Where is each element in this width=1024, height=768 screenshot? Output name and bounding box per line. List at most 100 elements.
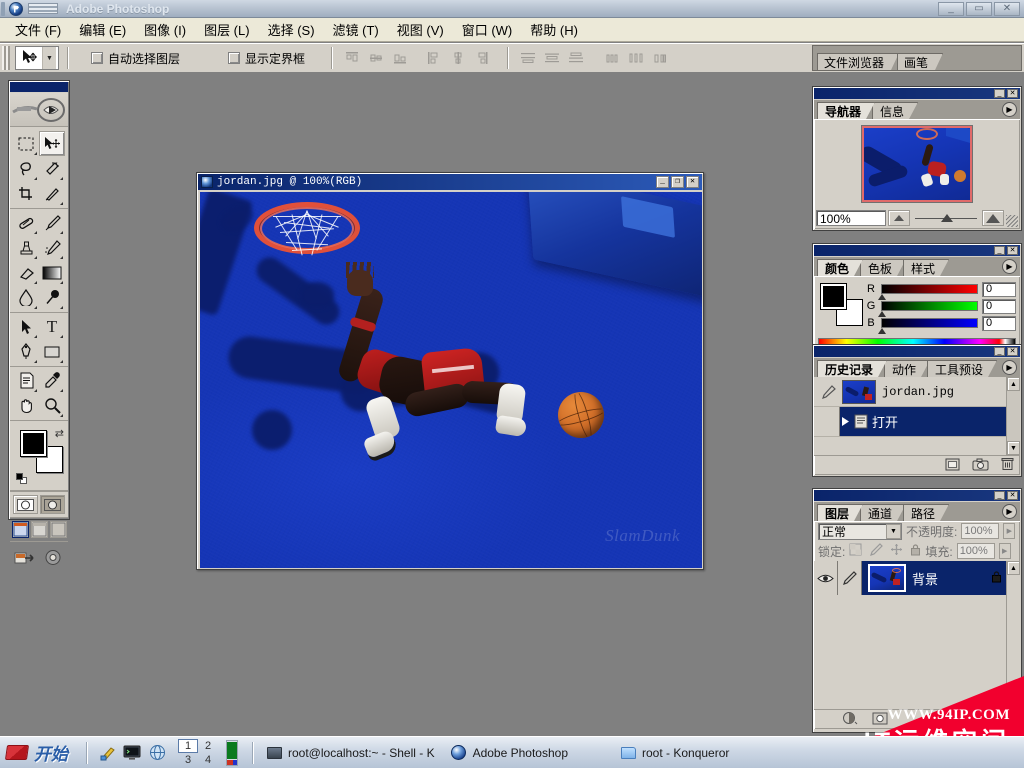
lasso-tool-icon[interactable] <box>13 156 39 181</box>
lock-transparent-pixels-icon[interactable] <box>849 543 862 559</box>
history-palette-minimize-button[interactable]: _ <box>994 347 1005 356</box>
desktop-3-button[interactable]: 3 <box>178 753 198 767</box>
distribute-vertical-centers-button[interactable] <box>541 47 563 69</box>
slice-tool-icon[interactable] <box>39 181 65 206</box>
history-palette-menu-icon[interactable]: ▶ <box>1002 360 1017 375</box>
menu-item-edit[interactable]: 编辑 (E) <box>70 17 135 42</box>
history-scroll-track[interactable] <box>1007 391 1020 441</box>
taskbar-item-photoshop[interactable]: Adobe Photoshop <box>443 741 576 765</box>
auto-select-layer-checkbox[interactable] <box>91 52 103 64</box>
tab-info[interactable]: 信息 <box>872 102 918 119</box>
align-left-edges-button[interactable] <box>423 47 445 69</box>
default-colors-icon[interactable] <box>16 473 27 484</box>
history-palette-close-button[interactable]: ✕ <box>1007 347 1018 356</box>
foreground-color-swatch[interactable] <box>20 430 47 457</box>
align-right-edges-button[interactable] <box>471 47 493 69</box>
document-window[interactable]: jordan.jpg @ 100%(RGB) _ ❐ ✕ SlamDunk <box>196 172 704 570</box>
color-palette-minimize-button[interactable]: _ <box>994 246 1005 255</box>
red-channel-slider[interactable] <box>878 284 978 300</box>
notes-tool-icon[interactable] <box>13 368 39 393</box>
menu-item-help[interactable]: 帮助 (H) <box>521 17 587 42</box>
layer-name[interactable]: 背景 <box>912 569 938 588</box>
menu-item-layer[interactable]: 图层 (L) <box>195 17 259 42</box>
zoom-slider-knob[interactable] <box>941 214 954 222</box>
taskbar-item-konqueror[interactable]: root - Konqueror <box>612 741 737 765</box>
magic-wand-tool-icon[interactable] <box>39 156 65 181</box>
green-channel-slider[interactable] <box>878 301 978 317</box>
navigator-titlebar[interactable]: _ ✕ <box>814 88 1020 99</box>
system-monitor-applet[interactable] <box>226 739 238 766</box>
create-new-snapshot-icon[interactable] <box>972 458 989 474</box>
blur-tool-icon[interactable] <box>13 285 39 310</box>
green-channel-value[interactable]: 0 <box>982 298 1016 314</box>
layers-scrollbar[interactable]: ▲ <box>1006 561 1020 709</box>
navigator-minimize-button[interactable]: _ <box>994 89 1005 98</box>
jump-to-other-app-icon[interactable] <box>40 545 66 570</box>
zoom-out-button[interactable] <box>888 210 910 226</box>
navigator-thumbnail-area[interactable] <box>814 119 1020 209</box>
blue-channel-knob[interactable] <box>878 328 886 334</box>
type-tool-icon[interactable]: T <box>39 314 65 339</box>
lock-position-icon[interactable] <box>890 543 903 559</box>
palette-well-tab-brushes[interactable]: 画笔 <box>897 53 943 70</box>
tab-navigator[interactable]: 导航器 <box>817 102 875 119</box>
hand-tool-icon[interactable] <box>13 393 39 418</box>
image-canvas[interactable]: SlamDunk <box>200 192 702 568</box>
close-button[interactable]: ✕ <box>994 1 1020 16</box>
desktop-4-button[interactable]: 4 <box>198 753 218 767</box>
align-vertical-centers-button[interactable] <box>365 47 387 69</box>
clone-stamp-tool-icon[interactable] <box>13 235 39 260</box>
layer-style-icon[interactable] <box>842 711 858 728</box>
layers-palette-close-button[interactable]: ✕ <box>1007 491 1018 500</box>
align-horizontal-centers-button[interactable] <box>447 47 469 69</box>
zoom-tool-icon[interactable] <box>39 393 65 418</box>
full-screen-mode-button[interactable] <box>49 521 67 538</box>
tool-preset-picker[interactable]: ▼ <box>15 46 59 70</box>
layer-visibility-eye-icon[interactable] <box>814 561 838 595</box>
layers-palette-menu-icon[interactable]: ▶ <box>1002 504 1017 519</box>
terminal-icon[interactable] <box>123 744 141 762</box>
tab-history[interactable]: 历史记录 <box>817 360 887 377</box>
document-titlebar[interactable]: jordan.jpg @ 100%(RGB) _ ❐ ✕ <box>198 174 702 190</box>
align-bottom-edges-button[interactable] <box>389 47 411 69</box>
red-channel-knob[interactable] <box>878 294 886 300</box>
distribute-top-edges-button[interactable] <box>517 47 539 69</box>
minimize-button[interactable]: _ <box>938 1 964 16</box>
distribute-horizontal-centers-button[interactable] <box>625 47 647 69</box>
fill-value[interactable]: 100% <box>956 543 995 559</box>
quickmask-mode-button[interactable] <box>40 495 65 514</box>
standard-mode-button[interactable] <box>13 495 38 514</box>
history-palette-titlebar[interactable]: _ ✕ <box>814 346 1020 357</box>
layers-palette-minimize-button[interactable]: _ <box>994 491 1005 500</box>
document-close-button[interactable]: ✕ <box>686 176 699 188</box>
options-bar-grip[interactable] <box>2 46 10 70</box>
menu-item-image[interactable]: 图像 (I) <box>135 17 195 42</box>
jump-to-imageready-icon[interactable] <box>12 545 38 570</box>
blue-channel-slider[interactable] <box>878 318 978 334</box>
tab-channels[interactable]: 通道 <box>860 504 906 521</box>
show-desktop-icon[interactable] <box>98 744 116 762</box>
layer-row-background[interactable]: 背景 <box>814 561 1020 595</box>
tab-paths[interactable]: 路径 <box>903 504 949 521</box>
tab-actions[interactable]: 动作 <box>884 360 930 377</box>
taskbar-item-shell[interactable]: root@localhost:~ - Shell - K <box>258 741 443 765</box>
zoom-slider[interactable] <box>915 210 977 226</box>
history-brush-tool-icon[interactable] <box>39 235 65 260</box>
standard-screen-mode-button[interactable] <box>11 521 29 538</box>
tab-tool-presets[interactable]: 工具预设 <box>927 360 997 377</box>
navigator-close-button[interactable]: ✕ <box>1007 89 1018 98</box>
pen-tool-icon[interactable] <box>13 339 39 364</box>
navigator-view-box[interactable] <box>862 126 972 202</box>
delete-state-icon[interactable] <box>1001 457 1014 474</box>
auto-select-layer-option[interactable]: 自动选择图层 <box>91 50 180 67</box>
fill-stepper[interactable]: ▶ <box>998 543 1011 559</box>
history-snapshot-row[interactable]: jordan.jpg <box>814 377 1020 407</box>
desktop-1-button[interactable]: 1 <box>178 738 198 753</box>
menu-item-select[interactable]: 选择 (S) <box>259 17 324 42</box>
rectangular-marquee-tool-icon[interactable] <box>13 131 39 156</box>
layers-palette-titlebar[interactable]: _ ✕ <box>814 490 1020 501</box>
history-brush-source-icon[interactable] <box>814 378 842 406</box>
layer-thumbnail[interactable] <box>868 564 906 592</box>
align-top-edges-button[interactable] <box>341 47 363 69</box>
move-tool-icon[interactable] <box>39 131 65 156</box>
